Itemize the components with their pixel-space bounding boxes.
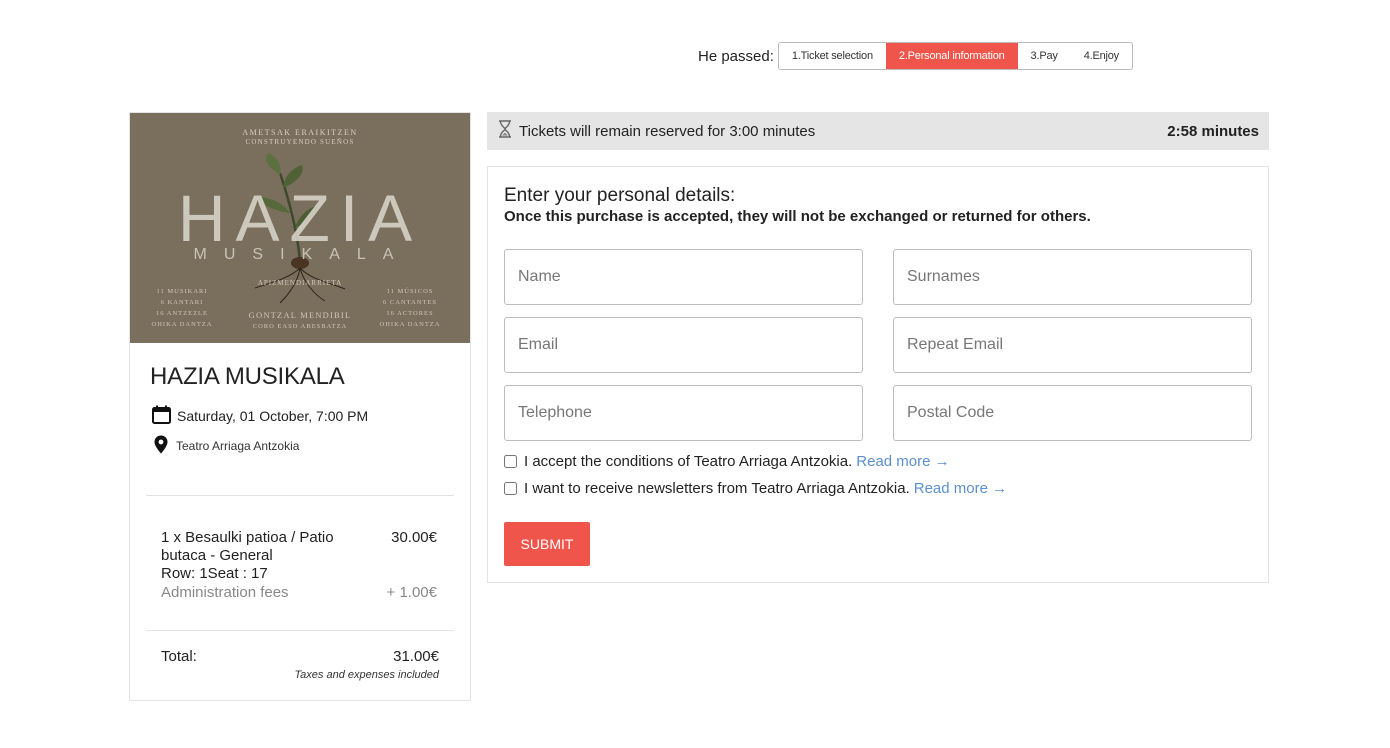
poster-top-line1: AMETSAK ERAIKITZEN bbox=[242, 128, 357, 137]
total-row: Total: 31.00€ bbox=[161, 648, 439, 665]
step-personal-information[interactable]: 2.Personal information bbox=[885, 43, 1018, 69]
conditions-row: I accept the conditions of Teatro Arriag… bbox=[504, 453, 950, 470]
event-date: Saturday, 01 October, 7:00 PM bbox=[177, 408, 369, 424]
item-price: 30.00€ bbox=[391, 529, 437, 546]
telephone-field[interactable] bbox=[504, 385, 863, 441]
newsletter-checkbox[interactable] bbox=[504, 482, 517, 495]
event-venue-row: Teatro Arriaga Antzokia bbox=[152, 435, 299, 457]
step-enjoy[interactable]: 4.Enjoy bbox=[1071, 43, 1132, 69]
step-pay[interactable]: 3.Pay bbox=[1018, 43, 1071, 69]
form-heading: Enter your personal details: bbox=[504, 185, 736, 206]
submit-button[interactable]: SUBMIT bbox=[504, 522, 590, 566]
event-summary-card: AMETSAK ERAIKITZEN CONSTRUYENDO SUEÑOS H… bbox=[129, 112, 471, 701]
name-field[interactable] bbox=[504, 249, 863, 305]
poster-right-credit-1: 11 MÚSICOS bbox=[387, 287, 434, 295]
newsletter-row: I want to receive newsletters from Teatr… bbox=[504, 480, 1007, 497]
form-subheading: Once this purchase is accepted, they wil… bbox=[504, 208, 1091, 225]
poster-right-credit-3: 16 ACTORES bbox=[386, 310, 433, 317]
conditions-read-more-link[interactable]: Read more → bbox=[856, 453, 949, 470]
repeat-email-field[interactable] bbox=[893, 317, 1252, 373]
fees-label: Administration fees bbox=[161, 584, 289, 601]
item-seat: Row: 1Seat : 17 bbox=[161, 565, 268, 582]
item-desc-line2: butaca - General bbox=[161, 547, 273, 564]
email-field[interactable] bbox=[504, 317, 863, 373]
poster-top-line2: CONSTRUYENDO SUEÑOS bbox=[246, 138, 355, 146]
poster-author: APIZMENDIARRIETA bbox=[258, 279, 342, 287]
postal-code-field[interactable] bbox=[893, 385, 1252, 441]
divider bbox=[146, 495, 454, 496]
poster-left-credit-3: 16 ANTZEZLE bbox=[156, 310, 208, 317]
location-pin-icon bbox=[154, 435, 168, 457]
event-date-row: Saturday, 01 October, 7:00 PM bbox=[152, 405, 368, 427]
timer-remaining: 2:58 minutes bbox=[1167, 122, 1259, 140]
conditions-text: I accept the conditions of Teatro Arriag… bbox=[524, 453, 853, 470]
steps-label: He passed: bbox=[698, 47, 774, 65]
steps-bar: 1.Ticket selection 2.Personal informatio… bbox=[777, 42, 1133, 70]
accept-conditions-checkbox[interactable] bbox=[504, 455, 517, 468]
poster-left-credit-4: OHIKA DANTZA bbox=[152, 321, 213, 328]
total-price: 31.00€ bbox=[393, 648, 439, 665]
personal-details-form: Enter your personal details: Once this p… bbox=[487, 166, 1269, 583]
newsletter-text: I want to receive newsletters from Teatr… bbox=[524, 480, 910, 497]
event-venue: Teatro Arriaga Antzokia bbox=[176, 439, 300, 453]
poster-center-credit-1: GONTZAL MENDIBIL bbox=[249, 310, 352, 320]
poster-right-credit-2: 6 CANTANTES bbox=[383, 299, 437, 306]
reservation-timer-bar: Tickets will remain reserved for 3:00 mi… bbox=[487, 112, 1269, 150]
calendar-icon bbox=[152, 405, 171, 427]
hourglass-icon bbox=[497, 120, 513, 142]
poster-title: HAZIA bbox=[178, 181, 422, 255]
surnames-field[interactable] bbox=[893, 249, 1252, 305]
poster-left-credit-2: 6 KANTARI bbox=[161, 299, 204, 306]
poster-left-credit-1: 11 MUSIKARI bbox=[156, 288, 207, 295]
timer-message: Tickets will remain reserved for 3:00 mi… bbox=[519, 122, 816, 140]
step-ticket-selection[interactable]: 1.Ticket selection bbox=[779, 43, 886, 69]
item-desc-line1: 1 x Besaulki patioa / Patio bbox=[161, 529, 334, 546]
fees-row: Administration fees + 1.00€ bbox=[161, 584, 437, 601]
order-line-item: 1 x Besaulki patioa / Patio butaca - Gen… bbox=[161, 529, 437, 583]
poster-subtitle: MUSIKALA bbox=[194, 246, 411, 263]
event-title: HAZIA MUSIKALA bbox=[150, 363, 345, 390]
tax-note: Taxes and expenses included bbox=[294, 669, 439, 681]
fees-price: + 1.00€ bbox=[386, 584, 437, 601]
newsletter-read-more-link[interactable]: Read more → bbox=[914, 480, 1007, 497]
checkout-steps: He passed: 1.Ticket selection 2.Personal… bbox=[698, 42, 1133, 70]
divider bbox=[146, 630, 454, 631]
event-poster: AMETSAK ERAIKITZEN CONSTRUYENDO SUEÑOS H… bbox=[130, 113, 470, 343]
total-label: Total: bbox=[161, 648, 197, 665]
poster-center-credit-2: CORO EASO ABESBATZA bbox=[253, 323, 347, 330]
poster-right-credit-4: OHIKA DANTZA bbox=[380, 321, 441, 328]
